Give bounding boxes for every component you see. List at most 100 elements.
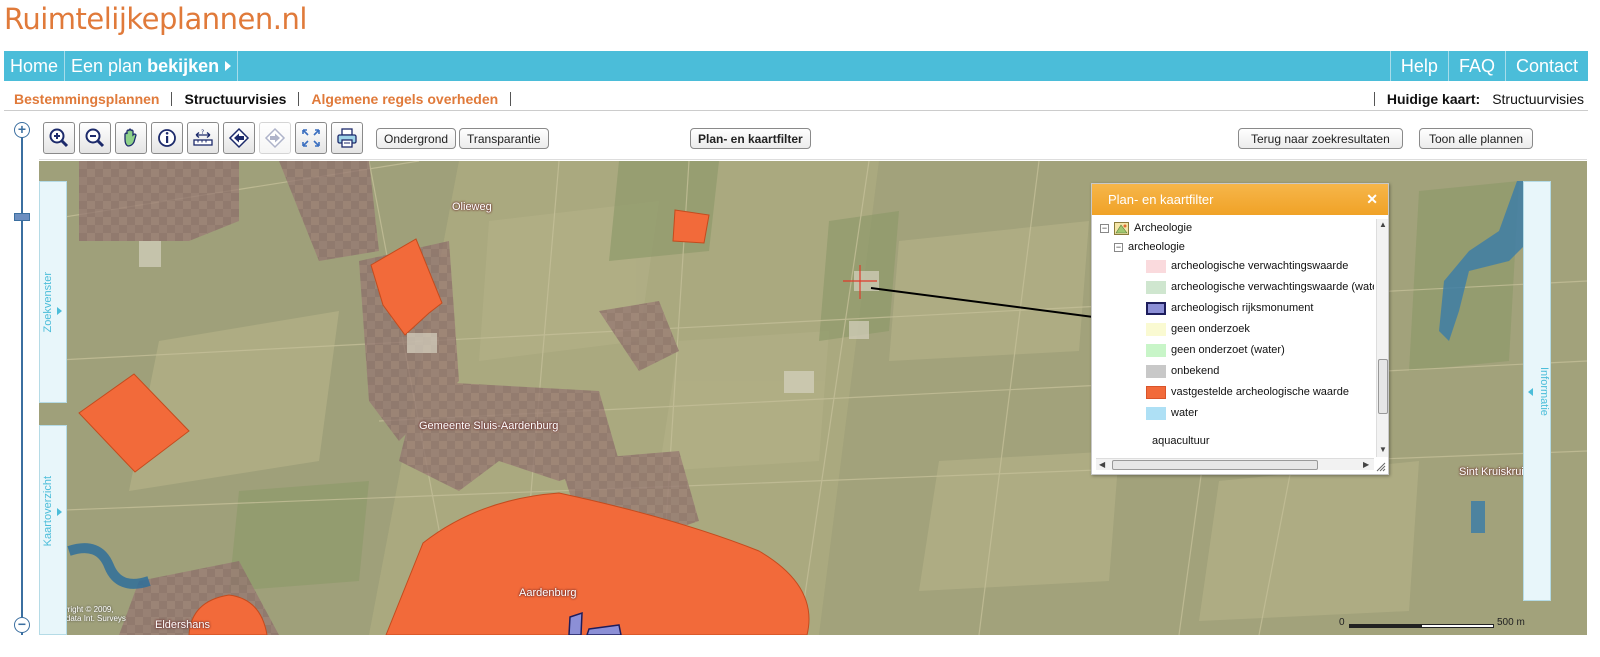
nav-contact[interactable]: Contact <box>1504 51 1588 81</box>
legend-item: water <box>1146 404 1198 422</box>
current-map-value: Structuurvisies <box>1492 91 1584 107</box>
full-extent-icon <box>302 129 320 147</box>
nav-help[interactable]: Help <box>1389 51 1448 81</box>
zoekvenster-tab[interactable]: Zoekvenster <box>39 181 67 403</box>
informatie-tab[interactable]: Informatie <box>1523 181 1551 601</box>
zoom-slider-thumb[interactable] <box>14 213 30 221</box>
legend-swatch <box>1146 322 1166 336</box>
toon-alle-plannen-button[interactable]: Toon alle plannen <box>1419 128 1534 149</box>
legend-label: archeologische verwachtingswaarde (water… <box>1171 281 1374 293</box>
legend-item: archeologisch rijksmonument <box>1146 299 1313 317</box>
nav-plan-prefix: Een plan <box>71 55 143 76</box>
plan-kaartfilter-button[interactable]: Plan- en kaartfilter <box>690 128 811 149</box>
tree-node-archeologie-sub[interactable]: − archeologie <box>1114 238 1185 256</box>
legend-label: archeologisch rijksmonument <box>1171 302 1314 314</box>
zoom-slider-track[interactable] <box>21 130 23 635</box>
horizontal-scrollbar[interactable]: ◀ ▶ <box>1096 458 1374 470</box>
zoom-in-tool[interactable] <box>43 122 75 154</box>
legend-label: vastgestelde archeologische waarde <box>1171 386 1349 398</box>
scale-bar-end: 500 m <box>1497 617 1525 628</box>
print-icon <box>337 128 357 148</box>
transparantie-button[interactable]: Transparantie <box>459 128 549 149</box>
rijksmonument-area <box>568 611 583 635</box>
plan-area <box>672 209 710 244</box>
site-logo[interactable]: Ruimtelijkeplannen.nl <box>4 2 307 36</box>
collapse-icon[interactable]: − <box>1114 242 1123 252</box>
terug-naar-zoekresultaten-button[interactable]: Terug naar zoekresultaten <box>1238 128 1403 149</box>
zoekvenster-label: Zoekvenster <box>42 272 54 333</box>
tree-node-label: aquacultuur <box>1152 435 1210 447</box>
print-tool[interactable] <box>331 122 363 154</box>
vertical-scrollbar[interactable]: ▲ ▼ <box>1376 219 1388 457</box>
info-tool[interactable] <box>151 122 183 154</box>
legend-swatch <box>1146 259 1166 273</box>
next-extent-tool[interactable] <box>259 122 291 154</box>
zoom-slider-minus-button[interactable]: − <box>14 617 30 633</box>
legend-item: geen onderzoet (water) <box>1146 341 1285 359</box>
resize-grip-icon[interactable] <box>1376 462 1386 472</box>
zoom-in-icon <box>49 128 69 148</box>
nav-plan-bold: bekijken <box>147 55 220 76</box>
horizontal-scroll-thumb[interactable] <box>1112 460 1318 470</box>
map-label-aardenburg: Aardenburg <box>519 587 577 599</box>
legend-label: geen onderzoek <box>1171 323 1250 335</box>
scroll-down-icon[interactable]: ▼ <box>1379 445 1387 454</box>
full-extent-tool[interactable] <box>295 122 327 154</box>
scroll-up-icon[interactable]: ▲ <box>1379 220 1387 229</box>
legend-label: geen onderzoet (water) <box>1171 344 1285 356</box>
scale-bar-start: 0 <box>1339 617 1345 628</box>
kaartoverzicht-tab[interactable]: Kaartoverzicht <box>39 425 67 635</box>
tree-node-label: Archeologie <box>1134 222 1193 234</box>
tab-divider <box>510 92 512 106</box>
zoom-slider-plus-button[interactable]: + <box>14 122 30 138</box>
measure-tool[interactable]: ? <box>187 122 219 154</box>
current-map-label: Huidige kaart: <box>1386 91 1481 107</box>
previous-extent-tool[interactable] <box>223 122 255 154</box>
nav-home[interactable]: Home <box>4 51 66 81</box>
measure-icon: ? <box>193 129 213 146</box>
info-icon <box>158 129 176 147</box>
plan-kaartfilter-panel: Plan- en kaartfilter ✕ − Archeologie − a… <box>1091 183 1389 475</box>
tree-node-archeologie[interactable]: − Archeologie <box>1100 219 1192 237</box>
legend-item: archeologische verwachtingswaarde <box>1146 257 1348 275</box>
tab-divider <box>298 92 300 106</box>
chevron-right-icon <box>57 508 62 516</box>
legend-item: archeologische verwachtingswaarde (water… <box>1146 278 1374 296</box>
tab-divider <box>1373 92 1375 106</box>
map-toolbar: ? Ondergrond Transparantie Plan- en kaar… <box>39 118 1587 160</box>
nav-faq[interactable]: FAQ <box>1447 51 1505 81</box>
ondergrond-button[interactable]: Ondergrond <box>376 128 457 149</box>
map-type-tabs: Bestemmingsplannen Structuurvisies Algem… <box>4 88 1588 111</box>
informatie-label: Informatie <box>1538 367 1550 416</box>
legend-item: vastgestelde archeologische waarde <box>1146 383 1349 401</box>
scale-bar-fill <box>1350 625 1422 627</box>
chevron-right-icon <box>57 307 62 315</box>
map-label-gemeente: Gemeente Sluis-Aardenburg <box>419 420 559 432</box>
pan-tool[interactable] <box>115 122 147 154</box>
tab-bestemmingsplannen[interactable]: Bestemmingsplannen <box>14 91 159 107</box>
tab-structuurvisies[interactable]: Structuurvisies <box>184 91 286 107</box>
close-icon[interactable]: ✕ <box>1366 191 1378 208</box>
vertical-scroll-thumb[interactable] <box>1378 359 1388 414</box>
legend-swatch <box>1146 301 1166 315</box>
scale-bar <box>1349 624 1494 628</box>
legend-item: geen onderzoek <box>1146 320 1250 338</box>
scroll-left-icon[interactable]: ◀ <box>1099 460 1105 469</box>
panel-header: Plan- en kaartfilter ✕ <box>1092 184 1388 215</box>
legend-label: onbekend <box>1171 365 1220 377</box>
next-extent-icon <box>264 127 286 149</box>
nav-een-plan-bekijken[interactable]: Een plan bekijken <box>65 51 239 81</box>
tree-node-aquacultuur[interactable]: aquacultuur <box>1152 432 1210 450</box>
map-label-olieweg: Olieweg <box>452 201 492 213</box>
tab-algemene-regels[interactable]: Algemene regels overheden <box>311 91 498 107</box>
map-label-sint-kruiskruis: Sint Kruiskruis <box>1459 466 1530 478</box>
map-label-eldershans: Eldershans <box>155 619 211 631</box>
zoom-out-tool[interactable] <box>79 122 111 154</box>
legend-label: archeologische verwachtingswaarde <box>1171 260 1349 272</box>
collapse-icon[interactable]: − <box>1100 223 1109 233</box>
legend-swatch <box>1146 385 1166 399</box>
scroll-right-icon[interactable]: ▶ <box>1363 460 1369 469</box>
tab-divider <box>171 92 173 106</box>
layer-group-icon <box>1114 221 1129 235</box>
